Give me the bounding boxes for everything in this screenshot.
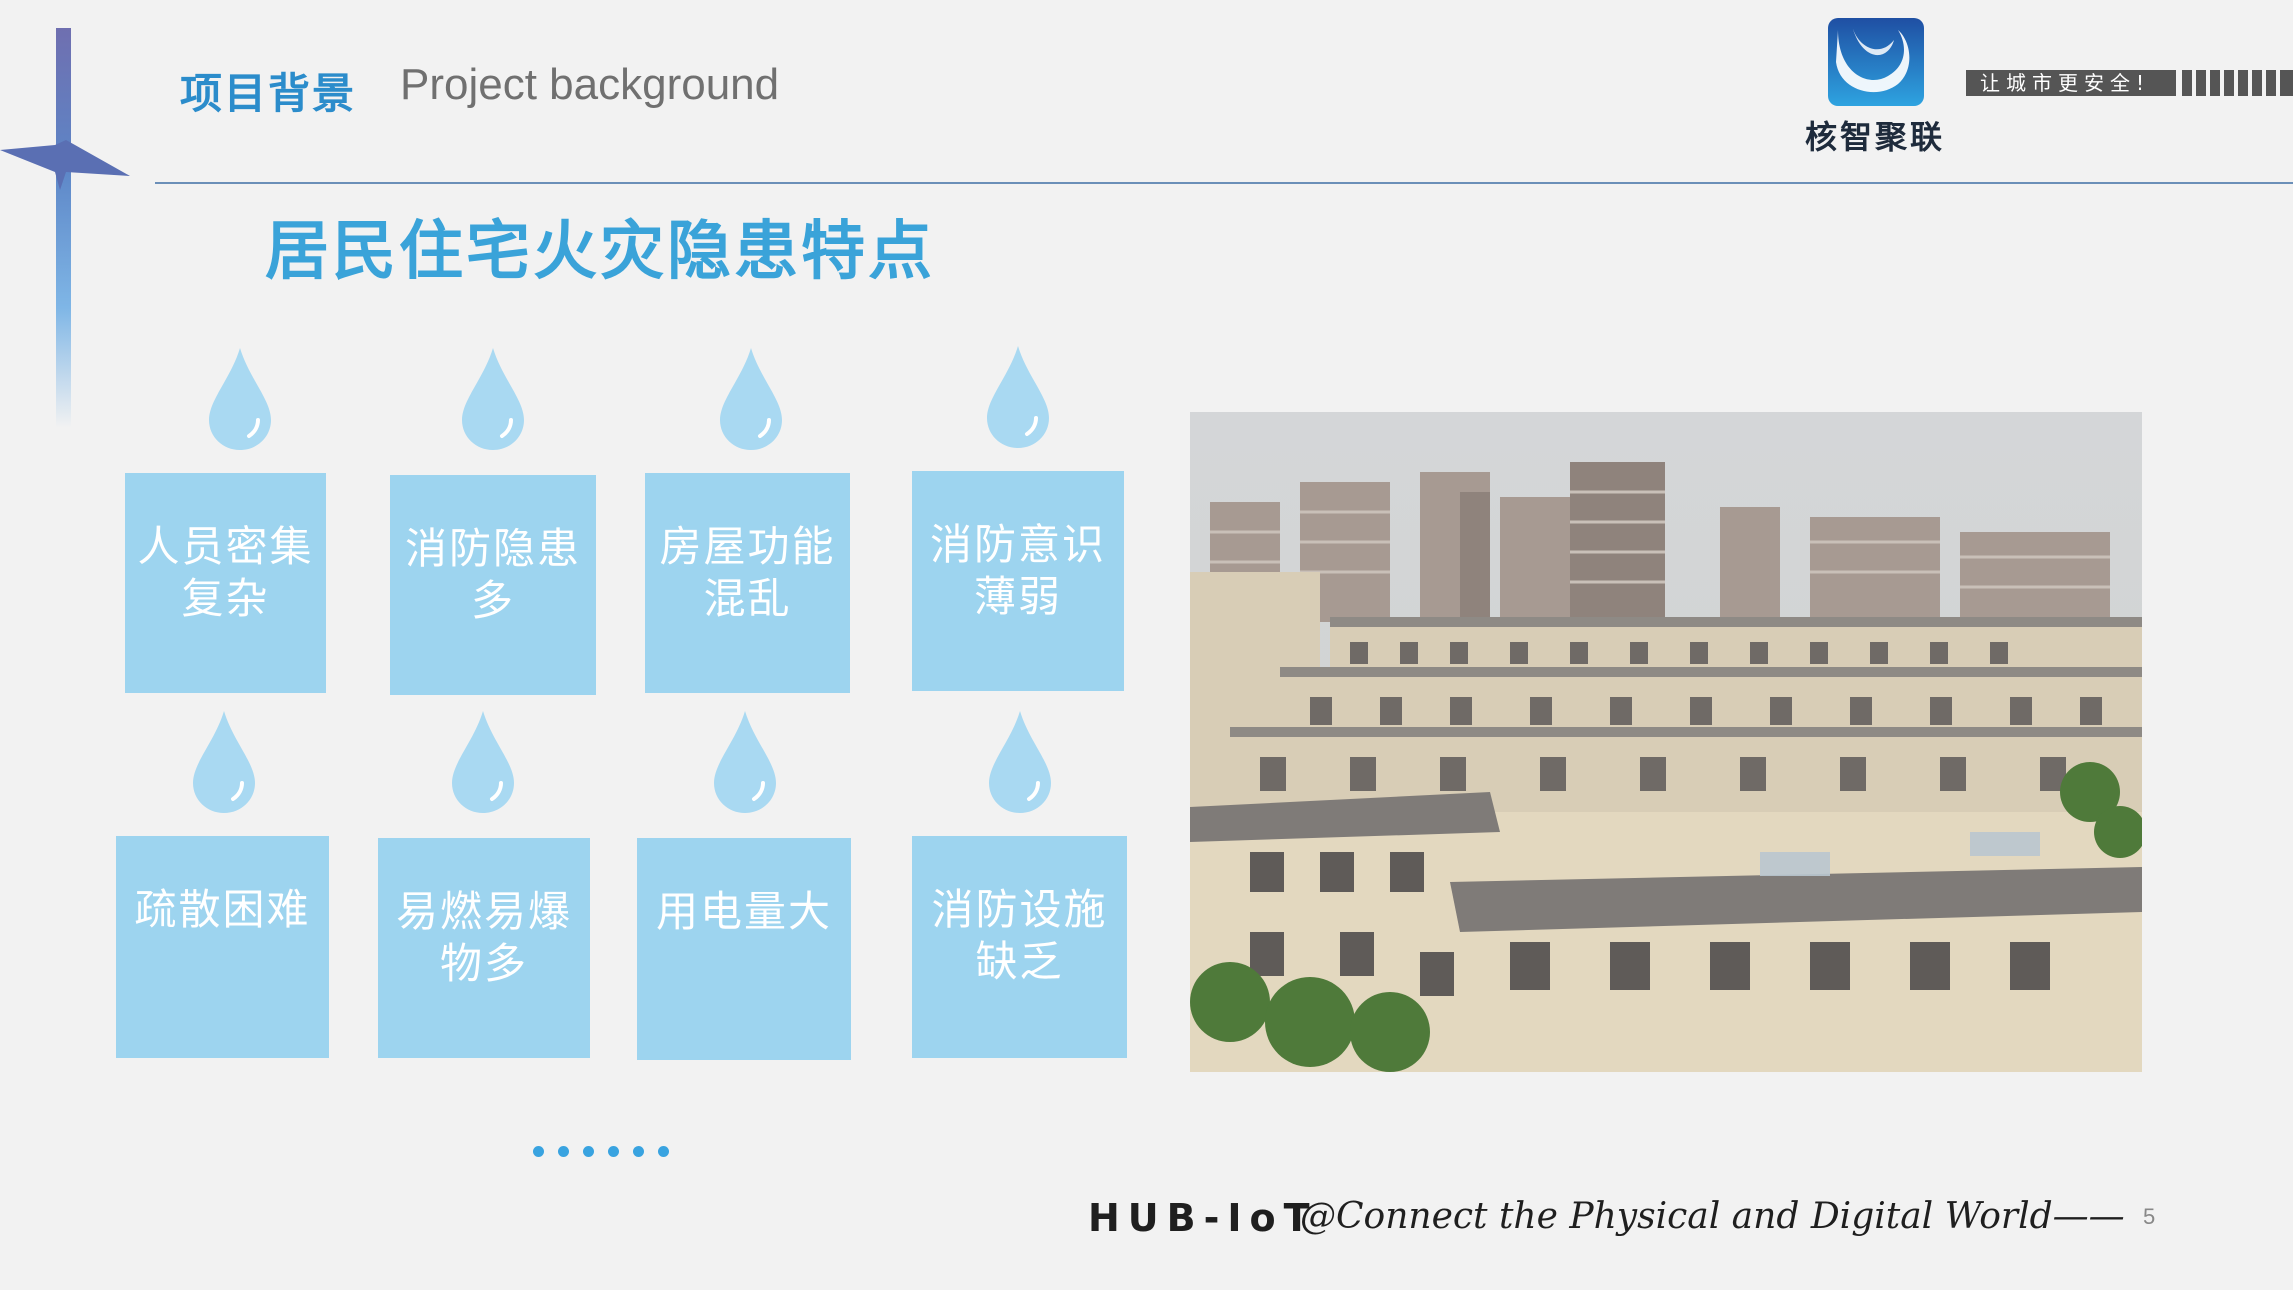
- header-title-cn: 项目背景: [180, 69, 357, 118]
- card-flammables: 易燃易爆 物多: [378, 838, 590, 1058]
- water-drop-icon: [462, 348, 524, 450]
- pager-dot[interactable]: [533, 1146, 544, 1157]
- pager-dot[interactable]: [633, 1146, 644, 1157]
- card-lacking-facilities: 消防设施 缺乏: [912, 836, 1127, 1058]
- pager-dot[interactable]: [583, 1146, 594, 1157]
- slogan-stripes: [2182, 70, 2293, 96]
- left-decor-star: [0, 140, 130, 190]
- pager-dot[interactable]: [608, 1146, 619, 1157]
- water-drop-icon: [209, 348, 271, 450]
- water-drop-icon: [714, 711, 776, 813]
- residential-buildings-photo: [1190, 412, 2142, 1072]
- water-drop-icon: [987, 346, 1049, 448]
- card-crowded-residents: 人员密集 复杂: [125, 473, 326, 693]
- card-weak-awareness: 消防意识 薄弱: [912, 471, 1124, 691]
- card-mixed-functions: 房屋功能 混乱: [645, 473, 850, 693]
- company-logo-icon: [1828, 18, 1924, 106]
- company-name: 核智聚联: [1804, 118, 1945, 156]
- footer-brand: HUB-IoT: [1088, 1196, 1318, 1240]
- water-drop-icon: [720, 348, 782, 450]
- header-divider: [155, 182, 2293, 184]
- header-title-en: Project background: [400, 60, 780, 109]
- card-high-power-use: 用电量大: [637, 838, 851, 1060]
- card-evacuation-difficult: 疏散困难: [116, 836, 329, 1058]
- water-drop-icon: [452, 711, 514, 813]
- pager-dot[interactable]: [658, 1146, 669, 1157]
- card-fire-hazards: 消防隐患多: [390, 475, 596, 695]
- pager-dots: [533, 1142, 683, 1157]
- pager-dot[interactable]: [558, 1146, 569, 1157]
- company-slogan: 让城市更安全!: [1966, 70, 2176, 96]
- footer-tagline: @Connect the Physical and Digital World—…: [1300, 1196, 2125, 1237]
- page-number: 5: [2143, 1204, 2156, 1229]
- water-drop-icon: [989, 711, 1051, 813]
- water-drop-icon: [193, 711, 255, 813]
- left-decor-bar: [56, 28, 71, 428]
- section-title: 居民住宅火灾隐患特点: [265, 215, 935, 289]
